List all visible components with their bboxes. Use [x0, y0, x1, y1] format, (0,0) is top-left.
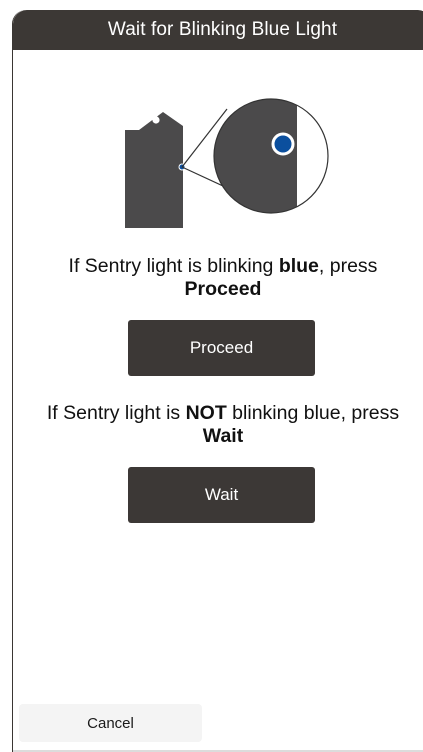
- dialog-title-bar: Wait for Blinking Blue Light: [13, 10, 423, 50]
- wait-instruction: If Sentry light is NOT blinking blue, pr…: [46, 402, 400, 447]
- wait-dialog: Wait for Blinking Blue Light If Sentry l…: [12, 10, 423, 752]
- proceed-button[interactable]: Proceed: [128, 320, 315, 376]
- magnifier-zoom: [214, 99, 328, 213]
- proceed-emphasis: blue: [278, 255, 319, 277]
- wait-emphasis: NOT: [185, 402, 227, 424]
- proceed-instruction: If Sentry light is blinking blue, press …: [68, 255, 378, 300]
- sentry-device: [125, 112, 183, 228]
- device-hole: [152, 116, 160, 124]
- wait-button[interactable]: Wait: [128, 467, 315, 523]
- wait-action-label: Wait: [202, 425, 244, 447]
- sentry-device-illustration: [125, 98, 329, 228]
- dialog-title: Wait for Blinking Blue Light: [107, 19, 338, 40]
- zoomed-blue-light-icon: [271, 132, 295, 156]
- proceed-action-label: Proceed: [184, 278, 262, 300]
- cancel-button[interactable]: Cancel: [19, 704, 202, 742]
